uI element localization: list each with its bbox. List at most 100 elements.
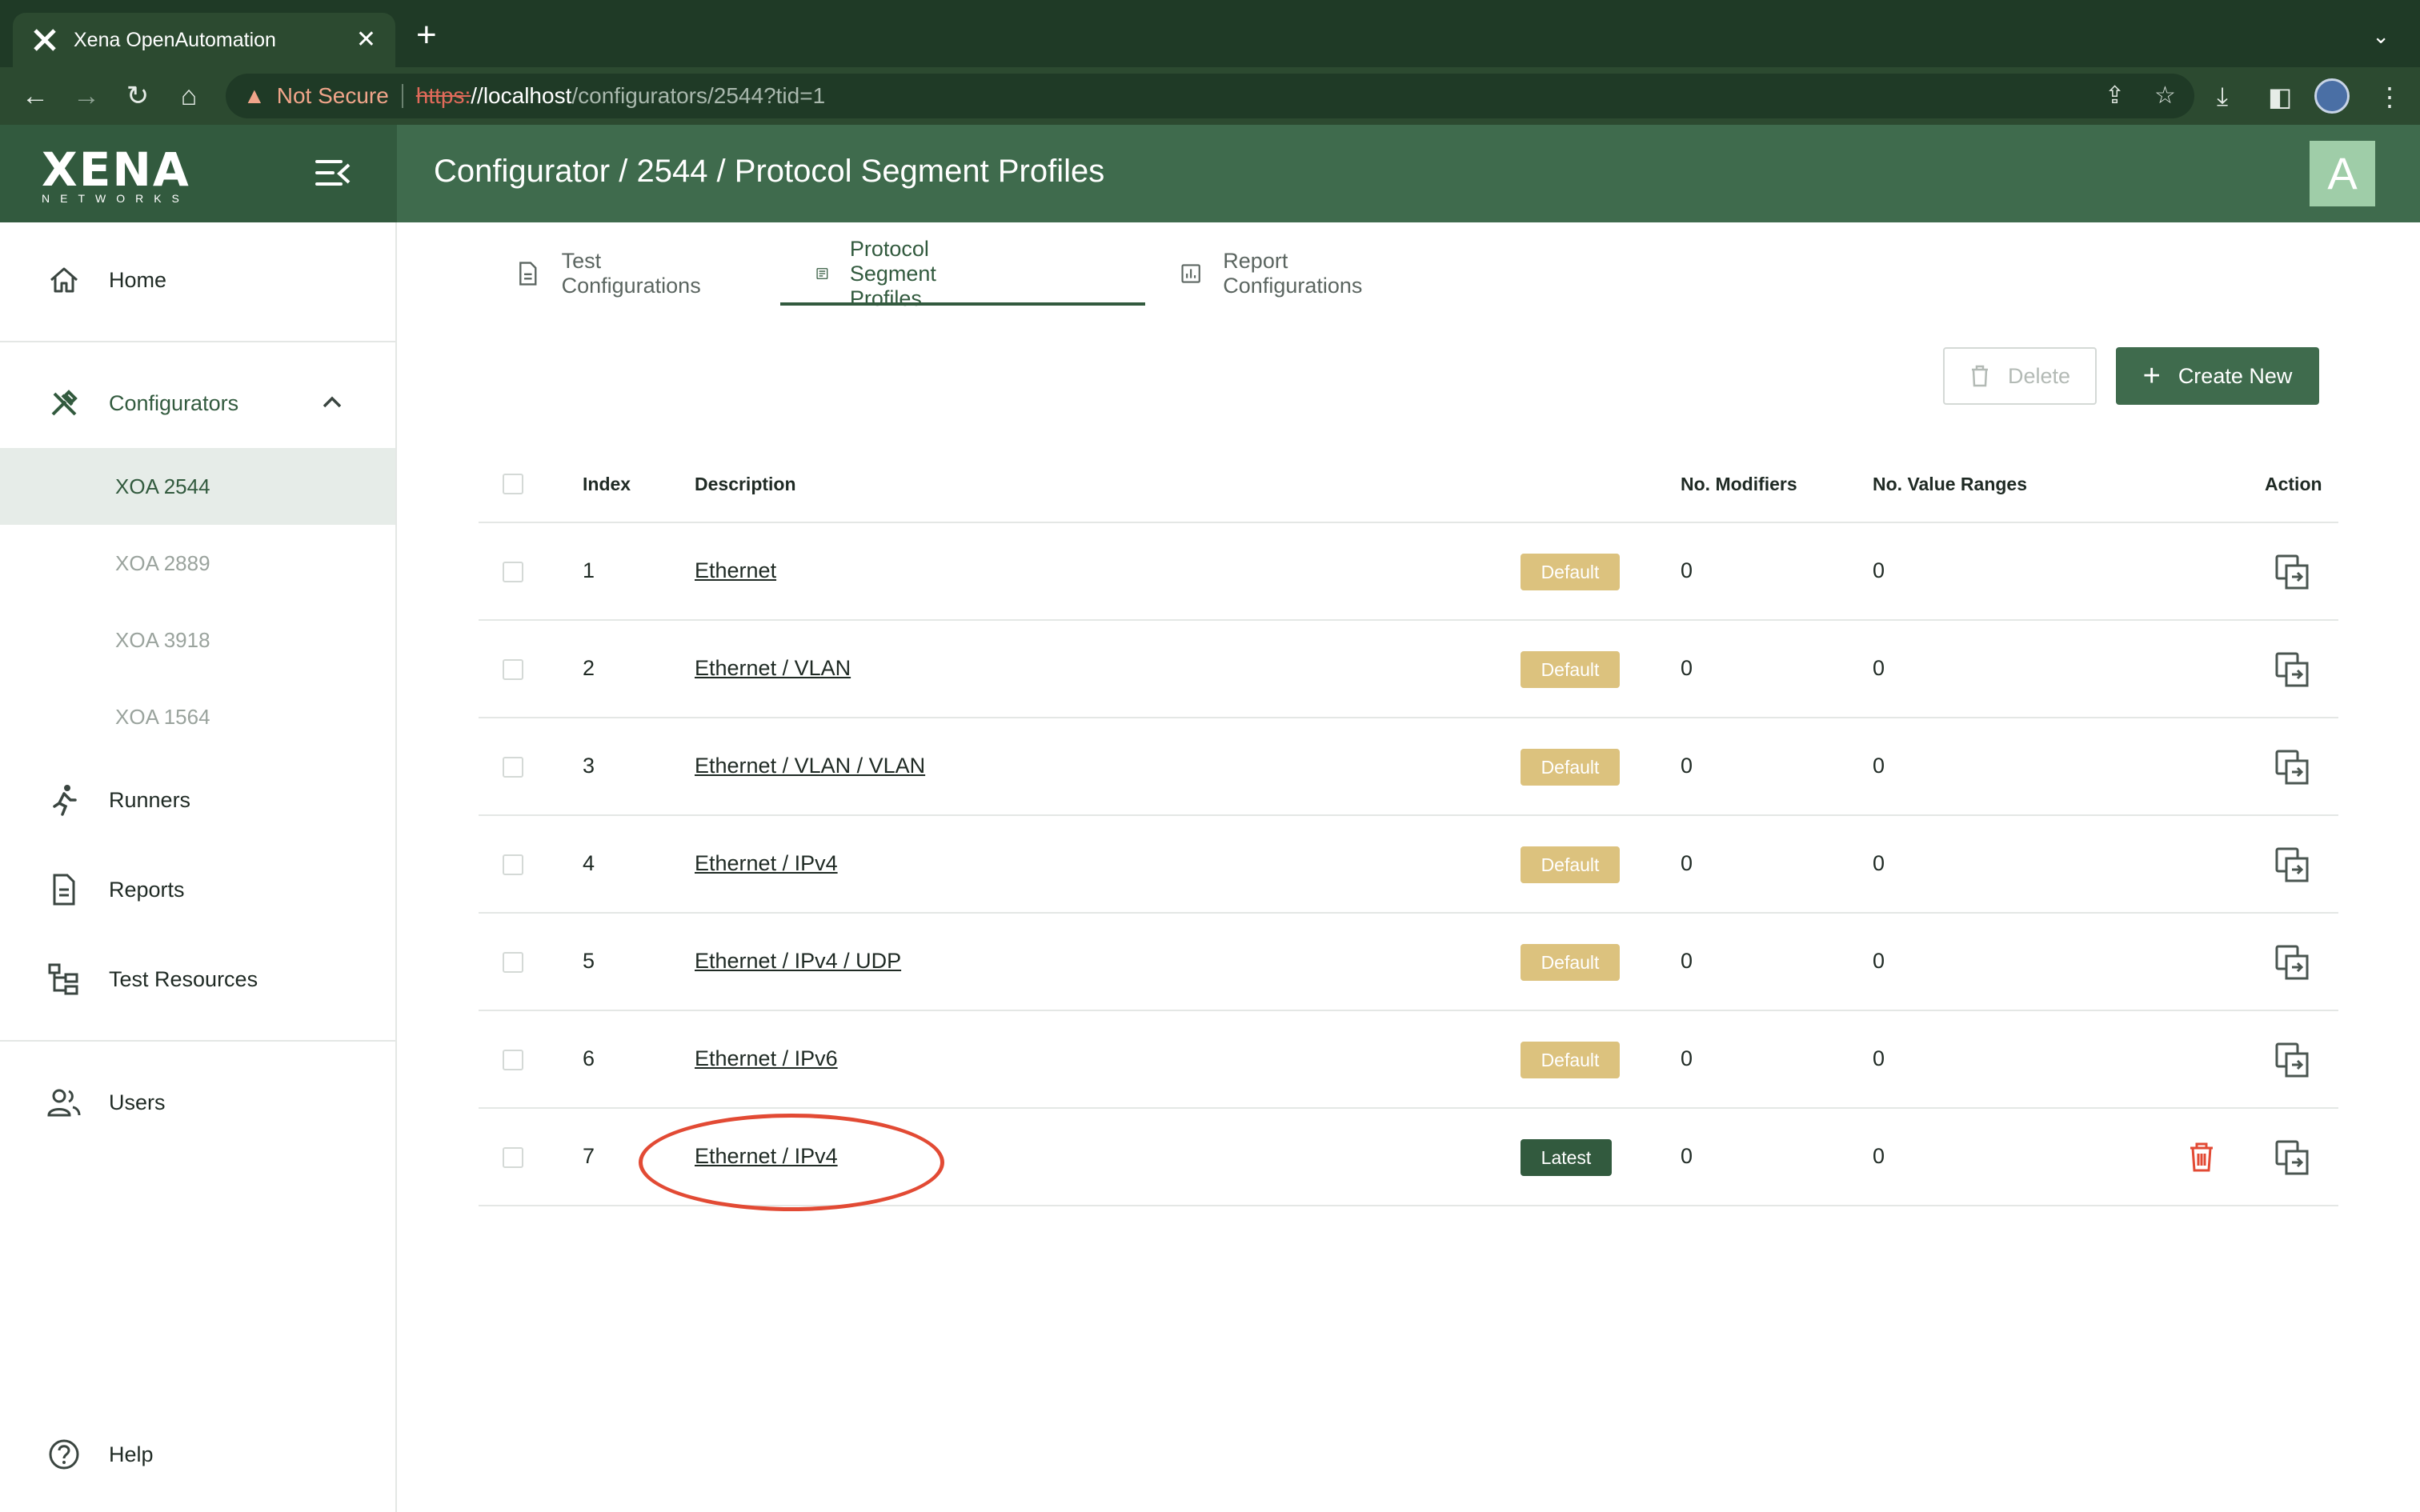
users-icon [47,1089,81,1117]
create-new-button[interactable]: + Create New [2116,347,2319,405]
row-description-link[interactable]: Ethernet / IPv6 [695,1046,838,1071]
share-icon[interactable]: ⇪ [2105,82,2125,110]
new-tab-button[interactable]: + [416,18,437,53]
sidebar-label-reports: Reports [109,877,185,902]
row-modifiers: 0 [1681,1144,1693,1168]
row-checkbox[interactable] [503,854,523,875]
browser-tab[interactable]: Xena OpenAutomation ✕ [13,13,395,67]
sidebar-label-test-resources: Test Resources [109,966,258,991]
row-description-link[interactable]: Ethernet / VLAN [695,656,851,681]
sidebar-label-users: Users [109,1090,166,1114]
row-checkbox[interactable] [503,757,523,778]
sidebar-item-configurators[interactable]: Configurators [0,371,395,435]
url-host: //localhost [471,83,572,108]
row-modifiers: 0 [1681,1046,1693,1070]
sidebar-label-help: Help [109,1442,154,1466]
sidebar-subitem-xoa-2889[interactable]: XOA 2889 [0,525,395,602]
column-header-description[interactable]: Description [695,474,796,495]
table-row: 3 Ethernet / VLAN / VLAN Default 0 0 [479,718,2338,816]
bookmark-star-icon[interactable]: ☆ [2154,82,2176,110]
table-row: 2 Ethernet / VLAN Default 0 0 [479,621,2338,718]
warning-icon: ▲ [243,83,266,108]
duplicate-icon[interactable] [2274,651,2310,688]
sidebar: Home Configurators XOA 2544 XOA 2889 XOA… [0,222,397,1512]
document-icon [519,262,537,286]
tab-test-configurations[interactable]: Test Configurations [506,240,717,307]
row-checkbox[interactable] [503,1050,523,1070]
duplicate-icon[interactable] [2274,749,2310,786]
sidebar-subitem-xoa-2544[interactable]: XOA 2544 [0,448,395,525]
row-value-ranges: 0 [1873,1046,1885,1070]
row-index: 7 [583,1144,595,1168]
duplicate-icon[interactable] [2274,1139,2310,1176]
duplicate-icon[interactable] [2274,846,2310,883]
duplicate-icon[interactable] [2274,1042,2310,1078]
tab-protocol-segment-profiles[interactable]: Protocol Segment Profiles [806,237,964,310]
row-value-ranges: 0 [1873,754,1885,778]
runner-icon [53,785,77,816]
xena-logo[interactable]: XENA NETWORKS [42,146,190,205]
default-badge: Default [1521,554,1620,590]
home-icon [50,267,78,293]
row-description-link[interactable]: Ethernet / IPv4 [695,851,838,876]
home-browser-icon[interactable]: ⌂ [173,80,205,112]
row-checkbox[interactable] [503,562,523,582]
duplicate-icon[interactable] [2274,554,2310,590]
delete-row-trash-icon[interactable] [2188,1141,2215,1173]
row-checkbox[interactable] [503,1147,523,1168]
column-header-value-ranges[interactable]: No. Value Ranges [1873,474,2027,495]
avatar[interactable]: A [2310,141,2375,206]
row-description-link[interactable]: Ethernet / VLAN / VLAN [695,754,925,778]
extension-shield-icon[interactable] [2314,78,2350,114]
side-panel-icon[interactable]: ◧ [2268,82,2292,112]
sidebar-subitem-xoa-1564[interactable]: XOA 1564 [0,678,395,755]
select-all-checkbox[interactable] [503,474,523,494]
default-badge: Default [1521,651,1620,688]
delete-button[interactable]: Delete [1943,347,2097,405]
browser-menu-icon[interactable]: ⋮ [2377,82,2402,112]
sidebar-item-reports[interactable]: Reports [0,858,395,922]
download-icon[interactable]: ⤓ [2217,82,2228,112]
tab-report-configurations[interactable]: Report Configurations [1170,240,1381,307]
row-modifiers: 0 [1681,558,1693,582]
row-checkbox[interactable] [503,952,523,973]
tab-close-icon[interactable]: ✕ [356,28,376,52]
tab-search-chevron-icon[interactable]: ⌄ [2372,24,2390,49]
sidebar-subitem-xoa-3918[interactable]: XOA 3918 [0,602,395,678]
sidebar-item-home[interactable]: Home [0,248,395,312]
row-description-link[interactable]: Ethernet [695,558,776,583]
forward-arrow-icon[interactable]: → [70,80,102,112]
back-arrow-icon[interactable]: ← [19,80,51,112]
sidebar-item-test-resources[interactable]: Test Resources [0,947,395,1011]
row-modifiers: 0 [1681,754,1693,778]
list-doc-icon [816,268,828,279]
tab-label: Report Configurations [1223,249,1363,298]
duplicate-icon[interactable] [2274,944,2310,981]
chevron-up-icon[interactable] [320,390,344,414]
security-label[interactable]: Not Secure [277,83,389,109]
logo-area: XENA NETWORKS [0,125,397,222]
row-index: 5 [583,949,595,973]
row-modifiers: 0 [1681,656,1693,680]
column-header-modifiers[interactable]: No. Modifiers [1681,474,1797,495]
help-icon [49,1439,79,1470]
table-row: 5 Ethernet / IPv4 / UDP Default 0 0 [479,914,2338,1011]
tab-title: Xena OpenAutomation [74,28,276,51]
sidebar-item-users[interactable]: Users [0,1070,395,1134]
row-checkbox[interactable] [503,659,523,680]
row-value-ranges: 0 [1873,851,1885,875]
row-index: 6 [583,1046,595,1070]
menu-collapse-icon[interactable] [315,157,351,189]
table-header: Index Description No. Modifiers No. Valu… [479,456,2338,523]
sidebar-item-runners[interactable]: Runners [0,768,395,832]
column-header-index[interactable]: Index [583,474,631,495]
row-description-link[interactable]: Ethernet / IPv4 / UDP [695,949,901,974]
row-index: 2 [583,656,595,680]
row-modifiers: 0 [1681,949,1693,973]
row-value-ranges: 0 [1873,558,1885,582]
sidebar-item-help[interactable]: Help [0,1422,395,1486]
address-bar[interactable]: ▲ Not Secure https: //localhost /configu… [226,74,2194,118]
row-value-ranges: 0 [1873,949,1885,973]
tab-label: Test Configurations [561,249,701,298]
reload-icon[interactable]: ↻ [122,80,154,112]
